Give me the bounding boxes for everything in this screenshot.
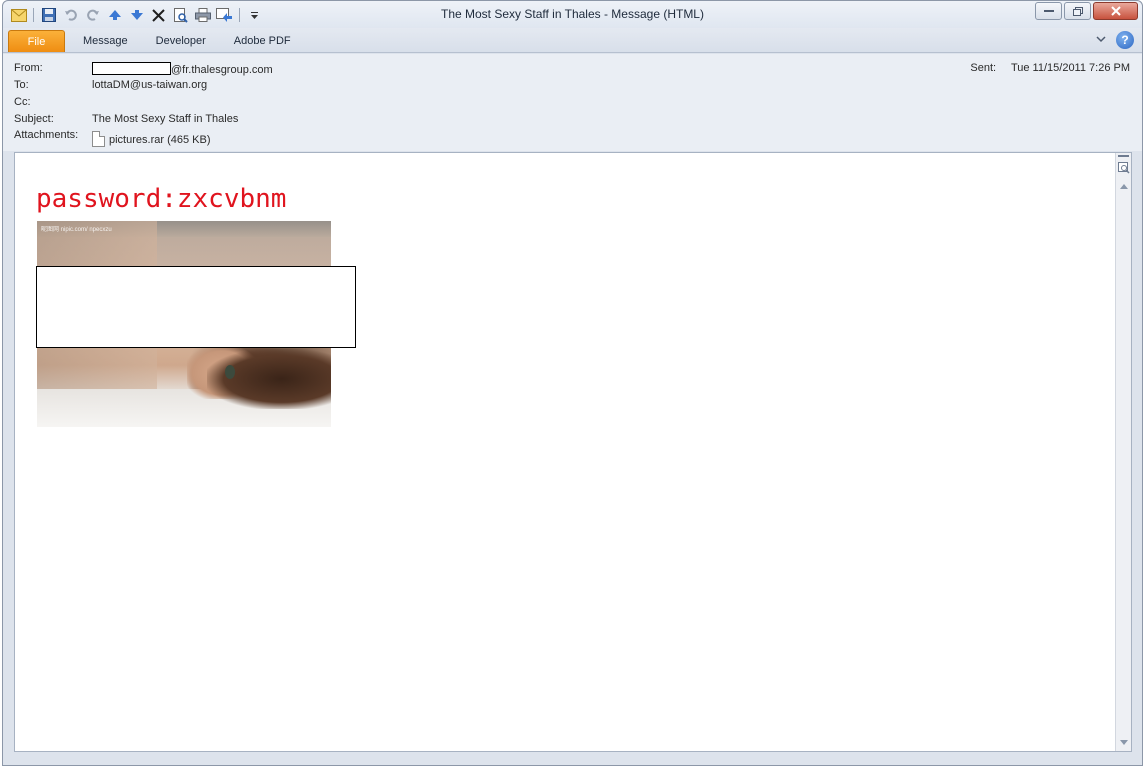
to-label: To: [14,79,29,91]
from-value[interactable]: @fr.thalesgroup.com [92,62,273,76]
ribbon-tabs: File Message Developer Adobe PDF [8,28,305,52]
ribbon-right-controls: ? [1096,31,1134,49]
password-text: password:zxcvbnm [36,184,287,214]
from-label: From: [14,62,43,74]
vertical-scrollbar[interactable] [1115,153,1131,751]
cc-label: Cc: [14,96,31,108]
file-icon [92,131,105,147]
help-icon[interactable]: ? [1116,31,1134,49]
to-value[interactable]: lottaDM@us-taiwan.org [92,79,207,91]
scroll-up-arrow-icon[interactable] [1117,179,1131,193]
tab-adobe-pdf[interactable]: Adobe PDF [220,30,305,52]
restore-button[interactable] [1064,2,1091,20]
attachment-item[interactable]: pictures.rar (465 KB) [92,131,210,147]
subject-label: Subject: [14,113,54,125]
split-handle-icon[interactable] [1118,155,1129,158]
title-bar: The Most Sexy Staff in Thales - Message … [3,1,1142,29]
tab-developer[interactable]: Developer [142,30,220,52]
redacted-sender-name [92,62,171,75]
subject-value: The Most Sexy Staff in Thales [92,113,239,125]
sent-value: Tue 11/15/2011 7:26 PM [1010,62,1130,74]
tab-file[interactable]: File [8,30,65,52]
ribbon-expand-chevron-icon[interactable] [1096,34,1106,46]
redaction-box [36,266,356,348]
attachment-name: pictures.rar (465 KB) [109,134,211,146]
window-title: The Most Sexy Staff in Thales - Message … [441,7,704,21]
attachments-label: Attachments: [14,129,79,141]
ribbon-tab-bar: File Message Developer Adobe PDF ? [3,28,1142,53]
photo-watermark: 昵图网 nipic.com/ npecxzu [41,227,112,233]
from-domain: @fr.thalesgroup.com [171,64,273,76]
sent-label: Sent: [970,62,997,74]
sent-info: Sent: Tue 11/15/2011 7:26 PM [970,62,1130,74]
zoom-icon[interactable] [1117,161,1131,175]
message-body[interactable]: password:zxcvbnm 昵图网 nipic.com/ npecxzu [14,152,1132,752]
photo-hair [207,349,331,409]
message-header: From: @fr.thalesgroup.com To: lottaDM@us… [3,54,1142,151]
photo-eye [225,365,235,379]
window-controls [1035,2,1138,20]
tab-message[interactable]: Message [69,30,142,52]
close-button[interactable] [1093,2,1138,20]
minimize-button[interactable] [1035,2,1062,20]
scroll-down-arrow-icon[interactable] [1117,735,1131,749]
outlook-message-window: The Most Sexy Staff in Thales - Message … [2,0,1143,766]
